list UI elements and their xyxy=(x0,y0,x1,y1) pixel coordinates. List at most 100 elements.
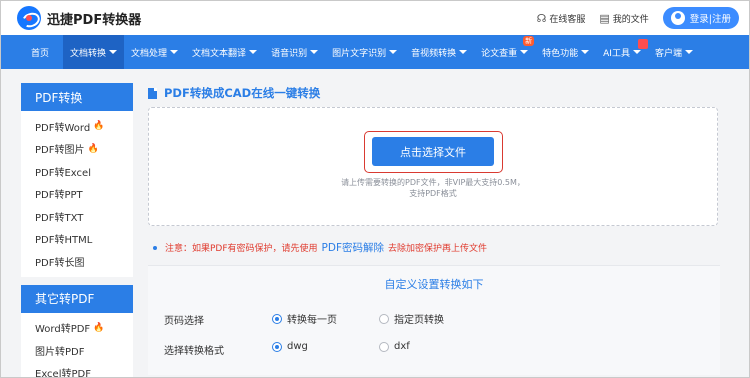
top-bar: 迅捷PDF转换器 ☊ 在线客服 ▤ 我的文件 登录|注册 xyxy=(1,1,749,35)
headset-icon: ☊ xyxy=(536,11,547,25)
hot-flag-icon xyxy=(637,39,648,49)
main-nav: 首页 文档转换 文档处理 文档文本翻译 语音识别 图片文字识别 音视频转换 论文… xyxy=(1,35,749,69)
nav-features[interactable]: 特色功能 xyxy=(535,35,596,69)
nav-plagiarism-label: 论文查重 xyxy=(481,48,518,59)
pdf-unlock-link[interactable]: PDF密码解除 xyxy=(322,240,384,255)
sidebar-item-pdf-to-excel[interactable]: PDF转Excel xyxy=(21,160,133,183)
settings-title: 自定义设置转换如下 xyxy=(384,278,484,291)
login-register-button[interactable]: 登录|注册 xyxy=(662,7,739,29)
radio-format-dwg[interactable]: dwg xyxy=(272,341,308,352)
new-badge: 新 xyxy=(523,36,535,46)
password-notice: 注意：如果PDF有密码保护，请先使用 PDF密码解除 去除加密保护再上传文件 xyxy=(153,240,487,255)
chevron-down-icon xyxy=(520,50,529,54)
radio-label: dxf xyxy=(394,341,410,352)
sidebar-list-to-pdf: Word转PDF 🔥 图片转PDF Excel转PDF xyxy=(21,312,133,378)
radio-unchecked-icon xyxy=(379,341,389,352)
my-files-label: 我的文件 xyxy=(612,14,649,25)
sidebar-item-label: PDF转图片 xyxy=(35,145,85,157)
nav-av-convert-label: 音视频转换 xyxy=(411,48,457,59)
sidebar-item-label: Excel转PDF xyxy=(35,369,91,378)
sidebar: PDF转换 PDF转Word 🔥 PDF转图片 🔥 PDF转Excel PDF转PP… xyxy=(21,83,133,378)
sidebar-item-pdf-to-ppt[interactable]: PDF转PPT xyxy=(21,183,133,206)
radio-format-dxf[interactable]: dxf xyxy=(379,341,410,352)
notice-suffix: 去除加密保护再上传文件 xyxy=(388,244,488,254)
radio-checked-icon xyxy=(272,341,282,352)
nav-ai-tools-label: AI工具 xyxy=(603,48,630,59)
nav-av-convert[interactable]: 音视频转换 xyxy=(404,35,474,69)
nav-speech-label: 语音识别 xyxy=(271,48,308,59)
chevron-down-icon xyxy=(249,50,258,54)
chevron-down-icon xyxy=(684,50,693,54)
nav-ocr[interactable]: 图片文字识别 xyxy=(325,35,404,69)
sidebar-item-label: PDF转HTML xyxy=(35,235,93,247)
fire-icon: 🔥 xyxy=(93,322,105,333)
page-title: PDF转换成CAD在线一键转换 xyxy=(148,85,320,101)
sidebar-item-excel-to-pdf[interactable]: Excel转PDF xyxy=(21,362,133,378)
sidebar-item-label: PDF转PPT xyxy=(35,190,83,202)
select-file-button[interactable]: 点击选择文件 xyxy=(372,137,494,166)
nav-features-label: 特色功能 xyxy=(542,48,579,59)
customer-service-label: 在线客服 xyxy=(549,14,586,25)
sidebar-item-label: PDF转TXT xyxy=(35,212,84,224)
nav-ocr-label: 图片文字识别 xyxy=(332,48,387,59)
notice-prefix: 注意：如果PDF有密码保护，请先使用 xyxy=(165,244,318,254)
bullet-dot xyxy=(153,245,157,250)
nav-home-label: 首页 xyxy=(31,48,50,59)
nav-doc-convert[interactable]: 文档转换 xyxy=(63,35,125,69)
radio-label: 转换每一页 xyxy=(287,315,337,326)
sidebar-section-pdf-convert: PDF转换 xyxy=(21,83,133,111)
file-icon: ▤ xyxy=(599,11,610,25)
nav-doc-process-label: 文档处理 xyxy=(131,48,168,59)
chevron-down-icon xyxy=(632,50,641,54)
sidebar-item-pdf-to-html[interactable]: PDF转HTML xyxy=(21,228,133,251)
customer-service-link[interactable]: ☊ 在线客服 xyxy=(537,12,586,25)
sidebar-item-word-to-pdf[interactable]: Word转PDF 🔥 xyxy=(21,317,133,340)
top-links: ☊ 在线客服 ▤ 我的文件 登录|注册 xyxy=(537,7,739,29)
document-icon xyxy=(148,87,157,99)
logo-icon xyxy=(17,6,41,30)
sidebar-item-image-to-pdf[interactable]: 图片转PDF xyxy=(21,339,133,362)
page-title-text: PDF转换成CAD在线一键转换 xyxy=(164,86,321,100)
nav-client-label: 客户端 xyxy=(654,48,682,59)
sidebar-item-pdf-to-txt[interactable]: PDF转TXT xyxy=(21,205,133,228)
chevron-down-icon xyxy=(389,50,398,54)
page-selection-label: 页码选择 xyxy=(164,316,204,327)
nav-doc-process[interactable]: 文档处理 xyxy=(124,35,185,69)
radio-label: dwg xyxy=(287,341,308,352)
user-avatar-icon xyxy=(670,11,685,25)
page-frame: 迅捷PDF转换器 ☊ 在线客服 ▤ 我的文件 登录|注册 首页 文档转换 文档处… xyxy=(0,0,750,378)
chevron-down-icon xyxy=(310,50,319,54)
nav-plagiarism[interactable]: 论文查重新 xyxy=(474,35,535,69)
upload-format-hint: 支持PDF格式 xyxy=(409,189,457,198)
radio-convert-every-page[interactable]: 转换每一页 xyxy=(272,311,337,326)
sidebar-item-label: PDF转Excel xyxy=(35,167,91,179)
nav-translate[interactable]: 文档文本翻译 xyxy=(185,35,264,69)
chevron-down-icon xyxy=(109,50,118,54)
sidebar-item-label: PDF转Word xyxy=(35,122,91,134)
fire-icon: 🔥 xyxy=(87,143,99,154)
nav-translate-label: 文档文本翻译 xyxy=(192,48,247,59)
sidebar-item-label: PDF转长图 xyxy=(35,257,85,269)
my-files-link[interactable]: ▤ 我的文件 xyxy=(599,12,648,25)
sidebar-item-pdf-to-word[interactable]: PDF转Word 🔥 xyxy=(21,115,133,138)
sidebar-list-pdf-convert: PDF转Word 🔥 PDF转图片 🔥 PDF转Excel PDF转PPT PDF转… xyxy=(21,111,133,277)
sidebar-item-label: 图片转PDF xyxy=(35,346,85,358)
chevron-down-icon xyxy=(459,50,468,54)
format-selection-label: 选择转换格式 xyxy=(164,346,224,357)
nav-speech[interactable]: 语音识别 xyxy=(264,35,325,69)
sidebar-item-pdf-to-long-image[interactable]: PDF转长图 xyxy=(21,250,133,273)
radio-specified-pages[interactable]: 指定页转换 xyxy=(379,311,444,326)
radio-label: 指定页转换 xyxy=(394,315,444,326)
sidebar-item-label: Word转PDF xyxy=(35,324,91,336)
settings-panel: 自定义设置转换如下 页码选择 转换每一页 指定页转换 选择转换格式 dwg dx… xyxy=(148,265,720,375)
chevron-down-icon xyxy=(581,50,590,54)
sidebar-item-pdf-to-image[interactable]: PDF转图片 🔥 xyxy=(21,138,133,161)
sidebar-section-to-pdf: 其它转PDF xyxy=(21,284,133,313)
nav-home[interactable]: 首页 xyxy=(1,35,63,69)
nav-ai-tools[interactable]: AI工具 xyxy=(596,35,648,69)
login-label: 登录|注册 xyxy=(689,14,731,25)
nav-client[interactable]: 客户端 xyxy=(648,35,700,69)
upload-hint: 请上传需要转换的PDF文件，非VIP最大支持0.5M， xyxy=(341,178,525,187)
brand-logo[interactable]: 迅捷PDF转换器 xyxy=(17,6,141,30)
fire-icon: 🔥 xyxy=(93,121,105,132)
